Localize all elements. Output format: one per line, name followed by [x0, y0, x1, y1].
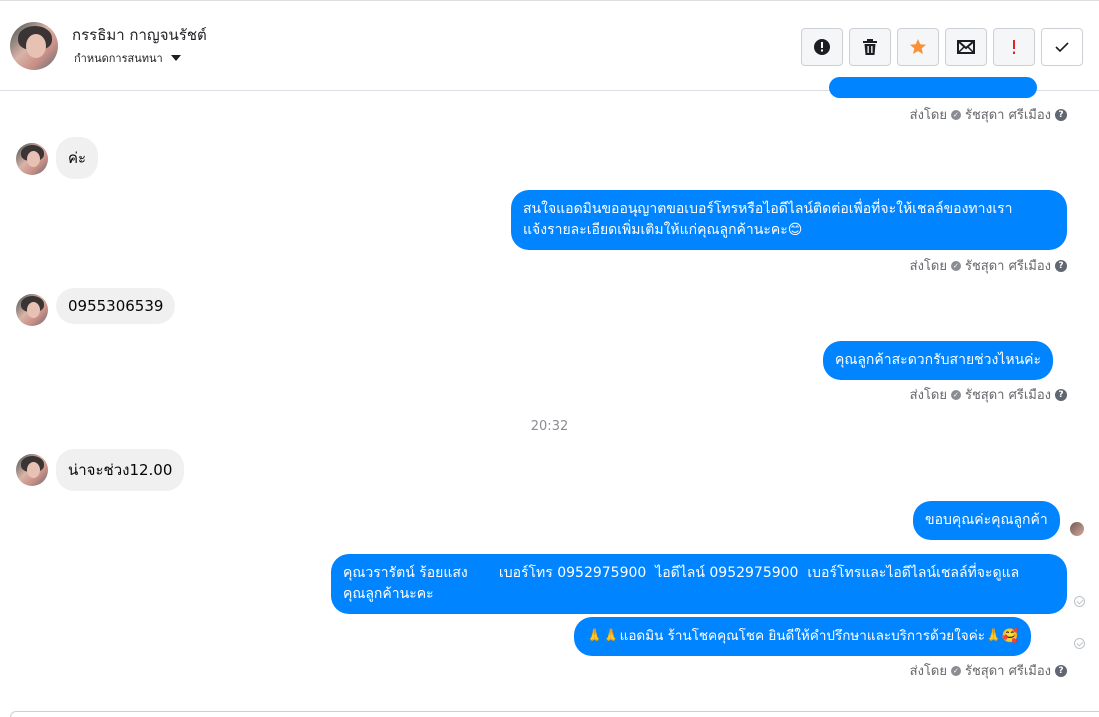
- message-bubble-partial: [829, 77, 1037, 98]
- sent-by-info: ส่งโดย ✓ รัชสุดา ศรีเมือง ?: [910, 660, 1067, 681]
- exclamation-icon: [1013, 40, 1015, 54]
- sent-by-info: ส่งโดย ✓ รัชสุดา ศรีเมือง ?: [910, 255, 1067, 276]
- outgoing-message[interactable]: คุณลูกค้าสะดวกรับสายช่วงไหนค่ะ: [823, 341, 1054, 380]
- message-composer[interactable]: [10, 711, 1099, 717]
- header-actions: [801, 28, 1083, 66]
- read-receipt-avatar: [1070, 522, 1084, 536]
- alert-circle-icon: [814, 39, 830, 55]
- mark-spam-button[interactable]: [801, 28, 843, 66]
- incoming-message[interactable]: 0955306539: [56, 288, 176, 324]
- outgoing-message[interactable]: ขอบคุณค่ะคุณลูกค้า: [913, 501, 1060, 540]
- message-thread[interactable]: ส่งโดย ✓ รัชสุดา ศรีเมือง ? ค่ะ สนใจแอดม…: [0, 77, 1099, 711]
- help-icon[interactable]: ?: [1055, 388, 1067, 401]
- mark-done-button[interactable]: [1041, 28, 1083, 66]
- star-icon: [910, 39, 926, 54]
- delivered-check-icon: [1074, 638, 1085, 649]
- mark-unread-button[interactable]: [945, 28, 987, 66]
- contact-avatar[interactable]: [10, 22, 58, 70]
- help-icon[interactable]: ?: [1055, 664, 1067, 677]
- envelope-icon: [957, 40, 975, 54]
- incoming-message[interactable]: ค่ะ: [56, 137, 99, 179]
- trash-icon: [863, 39, 877, 55]
- outgoing-message[interactable]: คุณวรารัตน์ ร้อยแสง เบอร์โทร 0952975900 …: [331, 554, 1067, 614]
- sent-by-info: ส่งโดย ✓ รัชสุดา ศรีเมือง ?: [910, 384, 1067, 405]
- delivered-check-icon: [1074, 596, 1085, 607]
- sender-avatar[interactable]: [16, 294, 48, 326]
- delete-button[interactable]: [849, 28, 891, 66]
- caret-down-icon: [170, 55, 181, 61]
- sender-avatar[interactable]: [16, 454, 48, 486]
- sent-by-info: ส่งโดย ✓ รัชสุดา ศรีเมือง ?: [910, 104, 1067, 125]
- help-icon[interactable]: ?: [1055, 259, 1067, 272]
- verified-check-icon: ✓: [950, 389, 961, 400]
- conversation-settings-dropdown[interactable]: กำหนดการสนทนา: [74, 49, 181, 67]
- help-icon[interactable]: ?: [1055, 108, 1067, 121]
- star-button[interactable]: [897, 28, 939, 66]
- conversation-settings-label: กำหนดการสนทนา: [74, 52, 163, 65]
- message-timestamp: 20:32: [530, 419, 569, 434]
- sender-avatar[interactable]: [16, 143, 48, 175]
- verified-check-icon: ✓: [950, 260, 961, 271]
- checkmark-icon: [1055, 42, 1069, 53]
- verified-check-icon: ✓: [950, 109, 961, 120]
- incoming-message[interactable]: น่าจะช่วง12.00: [56, 449, 185, 491]
- contact-name[interactable]: กรรธิมา กาญจนรัชต์: [72, 23, 207, 47]
- outgoing-message[interactable]: สนใจแอดมินขออนุญาตขอเบอร์โทรหรือไอดีไลน์…: [511, 190, 1067, 250]
- flag-important-button[interactable]: [993, 28, 1035, 66]
- verified-check-icon: ✓: [950, 665, 961, 676]
- outgoing-message[interactable]: 🙏🙏แอดมิน ร้านโชคคุณโชค ยินดีให้คำปรึกษาแ…: [574, 617, 1031, 656]
